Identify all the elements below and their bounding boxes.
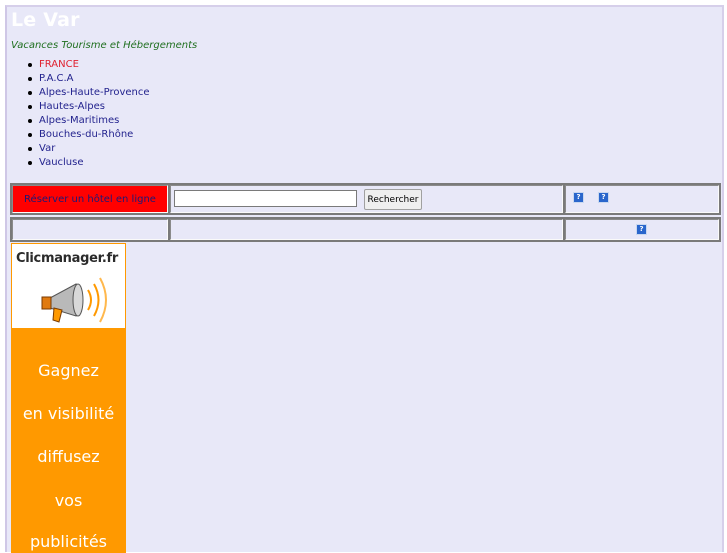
nav-link[interactable]: P.A.C.A bbox=[39, 73, 74, 84]
nav-item-france[interactable]: FRANCE bbox=[26, 58, 150, 72]
nav-item-alpes-haute-provence[interactable]: Alpes-Haute-Provence bbox=[26, 86, 150, 100]
page-title: Le Var bbox=[11, 9, 80, 31]
secondary-cell-right: ? bbox=[565, 219, 719, 240]
ad-text-line: diffusez bbox=[37, 447, 100, 466]
nav-link[interactable]: FRANCE bbox=[39, 59, 79, 70]
hotel-search-input[interactable] bbox=[174, 190, 357, 207]
nav-link[interactable]: Alpes-Maritimes bbox=[39, 115, 119, 126]
ad-text-line: vos bbox=[54, 491, 83, 510]
nav-link[interactable]: Hautes-Alpes bbox=[39, 101, 105, 112]
booking-label-cell[interactable]: Réserver un hôtel en ligne bbox=[12, 185, 168, 213]
booking-bar: Réserver un hôtel en ligne Rechercher ? … bbox=[10, 183, 721, 215]
nav-item-alpes-maritimes[interactable]: Alpes-Maritimes bbox=[26, 114, 150, 128]
nav-item-bouches-du-rhone[interactable]: Bouches-du-Rhône bbox=[26, 128, 150, 142]
help-cell: ? ? bbox=[565, 185, 719, 213]
nav-link[interactable]: Alpes-Haute-Provence bbox=[39, 87, 150, 98]
nav-link[interactable]: Vaucluse bbox=[39, 157, 84, 168]
ad-text-line: publicités bbox=[29, 532, 108, 551]
megaphone-icon bbox=[41, 277, 107, 323]
nav-link[interactable]: Bouches-du-Rhône bbox=[39, 129, 133, 140]
help-icon[interactable]: ? bbox=[598, 192, 609, 203]
secondary-bar: ? bbox=[10, 217, 721, 242]
help-icon[interactable]: ? bbox=[636, 224, 647, 235]
search-cell: Rechercher bbox=[170, 185, 563, 213]
nav-item-hautes-alpes[interactable]: Hautes-Alpes bbox=[26, 100, 150, 114]
secondary-cell-middle bbox=[170, 219, 563, 240]
nav-item-vaucluse[interactable]: Vaucluse bbox=[26, 156, 150, 170]
ad-logo: Clicmanager.fr bbox=[12, 244, 125, 328]
nav-link[interactable]: Var bbox=[39, 143, 55, 154]
nav-item-var[interactable]: Var bbox=[26, 142, 150, 156]
ad-text-line: Gagnez bbox=[38, 361, 99, 380]
ad-text-line: en visibilité bbox=[22, 404, 115, 423]
nav-item-paca[interactable]: P.A.C.A bbox=[26, 72, 150, 86]
clicmanager-ad-banner[interactable]: Clicmanager.fr Gagnez en visibilité diff… bbox=[11, 243, 126, 553]
search-button[interactable]: Rechercher bbox=[364, 189, 422, 210]
region-nav: FRANCE P.A.C.A Alpes-Haute-Provence Haut… bbox=[26, 58, 150, 170]
page-subtitle: Vacances Tourisme et Hébergements bbox=[11, 40, 198, 51]
help-icon[interactable]: ? bbox=[573, 192, 584, 203]
secondary-cell-left bbox=[12, 219, 168, 240]
booking-label[interactable]: Réserver un hôtel en ligne bbox=[24, 194, 156, 205]
